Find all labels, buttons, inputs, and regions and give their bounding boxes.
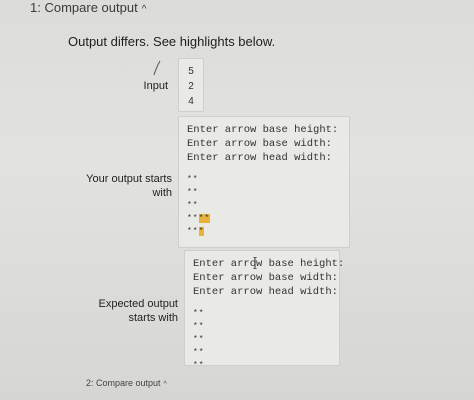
diff-highlight: * xyxy=(198,227,205,236)
test-results-page: 1: Compare output ^ Output differs. See h… xyxy=(0,0,474,400)
output-star-line-highlighted: *** xyxy=(187,227,205,236)
pen-mark-icon xyxy=(153,60,161,76)
output-line: Enter arrow base height: xyxy=(187,124,339,136)
output-star-line-highlighted: **** xyxy=(187,214,211,223)
expected-line: Enter arrow head width: xyxy=(193,286,338,298)
text-cursor-icon xyxy=(253,257,257,269)
output-line: Enter arrow head width: xyxy=(187,152,332,164)
your-output-panel: Enter arrow base height: Enter arrow bas… xyxy=(178,116,350,248)
input-values-panel: 5 2 4 xyxy=(178,58,204,112)
expected-output-label-line: Expected output xyxy=(98,298,178,310)
chevron-up-icon[interactable]: ^ xyxy=(142,4,147,15)
expected-star-line: ** xyxy=(193,348,205,357)
your-output-label: Your output starts with xyxy=(80,172,172,200)
input-value: 5 xyxy=(188,66,194,77)
your-output-label-line: Your output starts xyxy=(86,173,172,185)
diff-highlight: ** xyxy=(198,214,211,223)
expected-output-label: Expected output starts with xyxy=(90,297,178,325)
compare-output-title: 2: Compare output xyxy=(86,378,161,388)
output-star-line: ** xyxy=(187,188,199,197)
compare-output-header-1[interactable]: 1: Compare output ^ xyxy=(30,0,146,15)
diff-summary-text: Output differs. See highlights below. xyxy=(68,34,276,49)
chevron-up-icon[interactable]: ^ xyxy=(164,381,167,388)
compare-output-title: 1: Compare output xyxy=(30,0,138,15)
expected-line: Enter arrow base width: xyxy=(193,272,338,284)
expected-star-line: ** xyxy=(193,361,205,370)
output-line: Enter arrow base width: xyxy=(187,138,332,150)
input-label: Input xyxy=(143,80,168,92)
compare-output-header-2[interactable]: 2: Compare output ^ xyxy=(86,378,167,388)
expected-line: Enter arrow base height: xyxy=(193,258,345,270)
expected-star-line: ** xyxy=(193,309,205,318)
input-value: 4 xyxy=(188,96,194,107)
expected-output-panel: Enter arrow base height: Enter arrow bas… xyxy=(184,250,345,370)
expected-output-label-line: starts with xyxy=(128,312,178,324)
expected-star-line: ** xyxy=(193,335,205,344)
output-star-line: ** xyxy=(187,201,199,210)
output-star-line: ** xyxy=(187,175,199,184)
expected-star-line: ** xyxy=(193,322,205,331)
your-output-label-line: with xyxy=(152,187,172,199)
input-value: 2 xyxy=(188,81,194,92)
